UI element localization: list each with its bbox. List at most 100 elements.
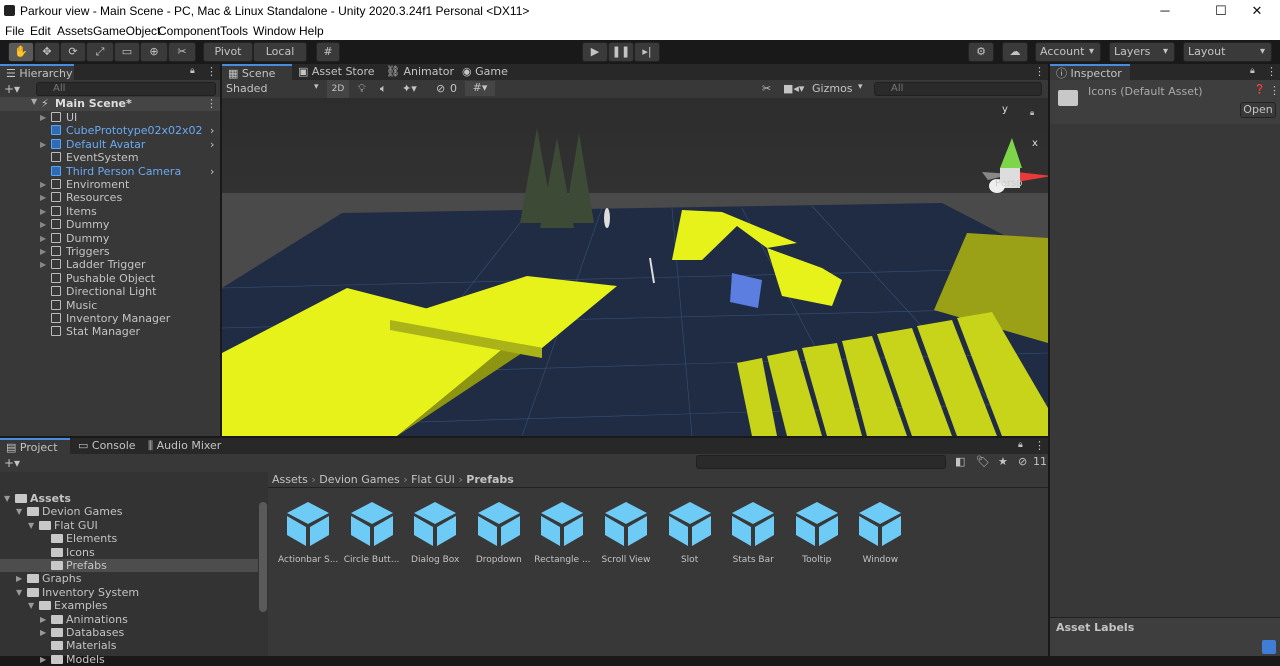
gizmos-arrow-icon[interactable]: ▾ (858, 82, 863, 92)
project-tree-item[interactable]: ▶ Graphs (0, 572, 258, 585)
tools-icon[interactable]: ✂ (762, 82, 771, 95)
tab-asset-store[interactable]: ▣ Asset Store (292, 64, 380, 80)
help-icon[interactable]: ❓ (1254, 85, 1265, 95)
menu-tools[interactable]: Tools (220, 24, 248, 38)
tree-arrow-icon[interactable]: ▼ (16, 586, 22, 599)
prefab-asset[interactable]: Tooltip (787, 500, 847, 565)
label-tag-icon[interactable] (1262, 640, 1276, 654)
project-tree-item[interactable]: ▼ Devion Games (0, 505, 258, 518)
scene-menu-dots-icon[interactable]: ⋮ (1034, 65, 1045, 78)
shading-arrow-icon[interactable]: ▾ (314, 82, 319, 92)
hierarchy-item[interactable]: Pushable Object (0, 272, 220, 285)
inspector-menu-icon[interactable]: ⋮ (1266, 65, 1277, 78)
hierarchy-item[interactable]: Stat Manager (0, 325, 220, 338)
expand-arrow-icon[interactable]: ▶ (40, 205, 46, 218)
scene-search-input[interactable]: All (874, 82, 1042, 96)
filter-label-icon[interactable]: 🏷︎ (976, 455, 990, 468)
close-icon[interactable]: ✕ (1234, 0, 1280, 22)
tab-project[interactable]: ▤ Project (0, 438, 70, 454)
project-tree-item[interactable]: ▼ Examples (0, 599, 258, 612)
tab-audio-mixer[interactable]: ⫼ Audio Mixer (142, 438, 232, 454)
project-tree-item[interactable]: ▼ Assets (0, 492, 258, 505)
breadcrumb-flat-gui[interactable]: Flat GUI (411, 473, 455, 486)
layout-dropdown[interactable]: Layout (1183, 42, 1272, 62)
expand-arrow-icon[interactable]: ▶ (40, 138, 46, 151)
tab-scene[interactable]: ▦ Scene (222, 64, 292, 80)
tree-scrollbar[interactable] (259, 502, 267, 612)
2d-toggle[interactable]: 2D (327, 80, 349, 98)
project-lock-icon[interactable]: 🔒︎ (1018, 440, 1023, 450)
gizmos-dropdown[interactable]: Gizmos (812, 82, 853, 95)
hierarchy-item[interactable]: ▶ Dummy (0, 218, 220, 231)
prefab-chevron-icon[interactable]: › (210, 138, 214, 151)
prefab-asset[interactable]: Circle Butt... (342, 500, 402, 565)
menu-assets[interactable]: Assets (57, 24, 93, 38)
account-dropdown[interactable]: Account (1035, 42, 1101, 62)
cloud-icon[interactable]: ☁ (1002, 42, 1028, 62)
scene-row[interactable]: ▼ ⚡︎ Main Scene* ⋮ (0, 97, 220, 111)
prefab-asset[interactable]: Rectangle ... (532, 500, 592, 565)
step-icon[interactable]: ▸| (634, 42, 660, 62)
menu-gameobject[interactable]: GameObject (93, 24, 160, 38)
project-tree-item[interactable]: ▼ Flat GUI (0, 519, 258, 532)
project-tree-item[interactable]: ▶ Models (0, 653, 258, 666)
tree-arrow-icon[interactable]: ▼ (16, 505, 22, 518)
hierarchy-search-input[interactable]: All (36, 82, 216, 96)
project-add-icon[interactable]: +▾ (4, 456, 20, 470)
menu-file[interactable]: File (5, 24, 24, 38)
transform-tool-icon[interactable]: ⊕ (140, 42, 168, 62)
play-icon[interactable]: ▶ (582, 42, 608, 62)
expand-arrow-icon[interactable]: ▶ (40, 232, 46, 245)
expand-arrow-icon[interactable]: ▶ (40, 191, 46, 204)
menu-edit[interactable]: Edit (30, 24, 51, 38)
tree-arrow-icon[interactable]: ▶ (40, 613, 46, 626)
effects-icon[interactable]: ✦▾ (402, 82, 417, 95)
camera-icon[interactable]: ■◂▾ (783, 82, 804, 95)
lock-icon[interactable]: 🔒︎ (190, 66, 195, 76)
breadcrumb-devion-games[interactable]: Devion Games (319, 473, 399, 486)
hierarchy-item[interactable]: Third Person Camera › (0, 165, 220, 178)
hand-tool-icon[interactable]: ✋ (8, 42, 34, 62)
rotate-tool-icon[interactable]: ⟳ (60, 42, 86, 62)
expand-arrow-icon[interactable]: ▶ (40, 178, 46, 191)
tab-game[interactable]: ◉ Game (456, 64, 516, 80)
project-search-input[interactable] (696, 455, 946, 469)
project-tree-item[interactable]: Icons (0, 546, 258, 559)
filter-type-icon[interactable]: ◧ (955, 455, 965, 468)
menu-dots-icon[interactable]: ⋮ (206, 65, 217, 78)
project-menu-icon[interactable]: ⋮ (1034, 439, 1045, 452)
expand-arrow-icon[interactable]: ▼ (31, 97, 37, 106)
add-icon[interactable]: +▾ (4, 82, 20, 96)
rect-tool-icon[interactable]: ▭ (114, 42, 140, 62)
project-tree-item[interactable]: ▶ Animations (0, 613, 258, 626)
hierarchy-item[interactable]: Directional Light (0, 285, 220, 298)
hierarchy-item[interactable]: Music (0, 299, 220, 312)
project-tree-item[interactable]: Materials (0, 639, 258, 652)
project-tree-item[interactable]: ▼ Inventory System (0, 586, 258, 599)
expand-arrow-icon[interactable]: ▶ (40, 218, 46, 231)
menu-window[interactable]: Window (253, 24, 296, 38)
hidden-objects-icon[interactable]: ⊘ (436, 82, 445, 95)
hierarchy-item[interactable]: ▶ Dummy (0, 232, 220, 245)
tab-hierarchy[interactable]: ☰ Hierarchy (0, 64, 74, 80)
scene-lock-icon[interactable]: 🔒︎ (1030, 108, 1034, 118)
breadcrumb-assets[interactable]: Assets (272, 473, 308, 486)
hierarchy-item[interactable]: ▶ Triggers (0, 245, 220, 258)
hierarchy-item[interactable]: Inventory Manager (0, 312, 220, 325)
hierarchy-item[interactable]: ▶ Items (0, 205, 220, 218)
prefab-asset[interactable]: Dropdown (469, 500, 529, 565)
menu-component[interactable]: Component (158, 24, 220, 38)
prefab-asset[interactable]: Window (850, 500, 910, 565)
project-tree-item[interactable]: ▶ Databases (0, 626, 258, 639)
local-button[interactable]: Local (253, 42, 307, 62)
shading-dropdown[interactable]: Shaded (226, 82, 267, 95)
hierarchy-item[interactable]: EventSystem (0, 151, 220, 164)
tree-arrow-icon[interactable]: ▼ (28, 599, 34, 612)
tree-arrow-icon[interactable]: ▶ (40, 653, 46, 666)
pivot-button[interactable]: Pivot (203, 42, 253, 62)
prefab-chevron-icon[interactable]: › (210, 124, 214, 137)
favorite-icon[interactable]: ★ (998, 455, 1008, 468)
tree-arrow-icon[interactable]: ▶ (16, 572, 22, 585)
project-tree-item[interactable]: Elements (0, 532, 258, 545)
expand-arrow-icon[interactable]: ▶ (40, 258, 46, 271)
